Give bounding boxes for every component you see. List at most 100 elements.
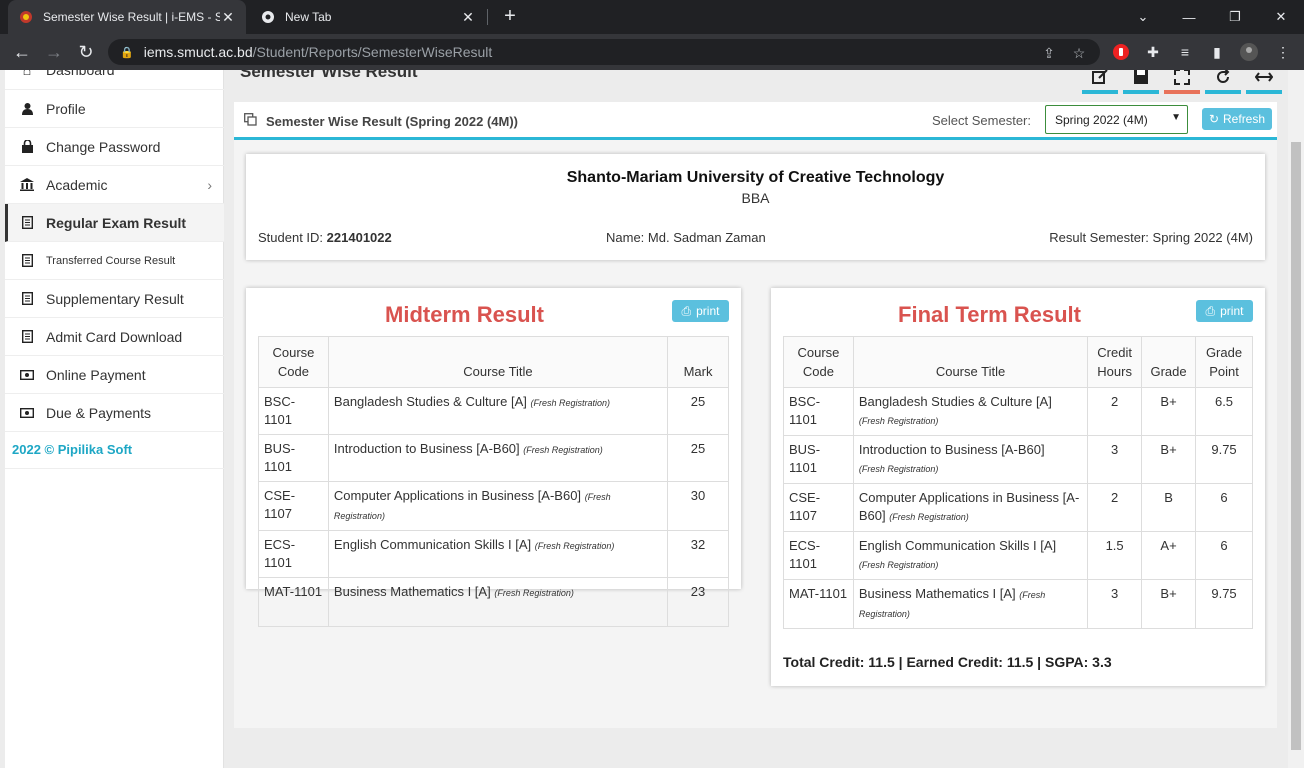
- sidebar-item-dashboard[interactable]: ⌂ Dashboard: [5, 70, 224, 90]
- tab-title: Semester Wise Result | i-EMS - SI: [43, 10, 220, 24]
- expand-horizontal-icon[interactable]: [1246, 70, 1282, 94]
- close-window-icon[interactable]: ✕: [1258, 0, 1304, 34]
- table-row: MAT-1101 Business Mathematics I [A] (Fre…: [783, 579, 1253, 629]
- course-title-cell: Introduction to Business [A-B60] (Fresh …: [327, 434, 669, 482]
- restore-icon[interactable]: ❐: [1212, 0, 1258, 34]
- credit-hours: 2: [1087, 483, 1143, 532]
- profile-avatar-icon[interactable]: [1240, 43, 1258, 61]
- new-tab-icon[interactable]: +: [499, 5, 521, 27]
- sidebar-item-label: Academic: [46, 176, 108, 193]
- registration-note: (Fresh Registration): [534, 541, 615, 551]
- final-term-print-button[interactable]: ⎙ print: [1196, 300, 1253, 322]
- tab-title: New Tab: [285, 10, 332, 24]
- sidebar-item-online-payment[interactable]: Online Payment: [5, 356, 224, 394]
- table-header-row: Course Code Course Title Credit Hours Gr…: [783, 336, 1253, 388]
- refresh-icon: ↻: [1208, 112, 1220, 126]
- grade-point: 9.75: [1195, 579, 1253, 629]
- reading-list-icon[interactable]: ≡: [1176, 43, 1194, 61]
- print-button-label: print: [1220, 304, 1244, 318]
- midterm-print-button[interactable]: ⎙ print: [672, 300, 729, 322]
- sidebar-item-profile[interactable]: Profile: [5, 90, 224, 128]
- forward-icon[interactable]: →: [43, 41, 65, 63]
- scrollbar-thumb[interactable]: [1291, 142, 1301, 750]
- table-row: ECS-1101 English Communication Skills I …: [258, 530, 729, 578]
- lock-icon: 🔒: [120, 46, 134, 59]
- sidebar: ⌂ Dashboard Profile Change Password Acad…: [5, 70, 224, 768]
- select-semester-label: Select Semester:: [932, 113, 1031, 128]
- course-title: English Communication Skills I [A]: [333, 537, 532, 552]
- course-title-cell: English Communication Skills I [A] (Fres…: [327, 530, 669, 578]
- print-icon: ⎙: [681, 303, 692, 318]
- course-code: MAT-1101: [783, 579, 854, 629]
- table-row: BUS-1101 Introduction to Business [A-B60…: [783, 435, 1253, 484]
- credit-hours: 1.5: [1087, 531, 1143, 580]
- table-row: ECS-1101 English Communication Skills I …: [783, 531, 1253, 580]
- grade: A+: [1141, 531, 1197, 580]
- extension-stop-icon[interactable]: [1112, 43, 1130, 61]
- sidebar-item-label: Transferred Course Result: [46, 254, 176, 267]
- tab-search-icon[interactable]: ⌄: [1120, 0, 1166, 34]
- student-name-label: Name:: [606, 230, 645, 245]
- url-path: /Student/Reports/SemesterWiseResult: [252, 44, 493, 60]
- sidebar-item-regular-exam-result[interactable]: Regular Exam Result: [5, 204, 224, 242]
- extensions-puzzle-icon[interactable]: ✚: [1144, 43, 1162, 61]
- refresh-button[interactable]: ↻ Refresh: [1202, 108, 1272, 130]
- grade-point: 9.75: [1195, 435, 1253, 484]
- course-title-cell: Bangladesh Studies & Culture [A] (Fresh …: [327, 387, 669, 435]
- fullscreen-icon[interactable]: [1164, 70, 1200, 94]
- edit-icon[interactable]: [1082, 70, 1118, 94]
- side-panel-icon[interactable]: ▮: [1208, 43, 1226, 61]
- course-title: Introduction to Business [A-B60]: [333, 441, 520, 456]
- registration-note: (Fresh Registration): [889, 512, 969, 522]
- column-header: Course Code: [258, 336, 329, 388]
- panel-title: Semester Wise Result (Spring 2022 (4M)): [244, 113, 518, 129]
- table-row: BSC-1101 Bangladesh Studies & Culture [A…: [258, 387, 729, 435]
- department-name: BBA: [741, 190, 770, 206]
- refresh-icon[interactable]: [1205, 70, 1241, 94]
- registration-note: (Fresh Registration): [530, 398, 611, 408]
- column-header: Course Title: [327, 336, 669, 388]
- copy-icon: [244, 113, 257, 129]
- reload-icon[interactable]: ↻: [75, 41, 97, 63]
- mark: 30: [667, 481, 729, 531]
- divider: [5, 468, 224, 469]
- semester-select[interactable]: Spring 2022 (4M) ▼: [1045, 105, 1188, 134]
- sidebar-item-due-payments[interactable]: Due & Payments: [5, 394, 224, 432]
- column-header: Grade: [1141, 336, 1197, 388]
- sidebar-item-label: Change Password: [46, 138, 161, 155]
- sidebar-item-label: Admit Card Download: [46, 328, 183, 345]
- sidebar-item-admit-card-download[interactable]: Admit Card Download: [5, 318, 224, 356]
- page-scrollbar[interactable]: [1288, 70, 1304, 768]
- grade-point: 6: [1195, 531, 1253, 580]
- sidebar-item-supplementary-result[interactable]: Supplementary Result: [5, 280, 224, 318]
- column-header: Course Code: [783, 336, 854, 388]
- share-icon[interactable]: ⇪: [1040, 44, 1058, 62]
- registration-note: (Fresh Registration): [858, 464, 939, 474]
- menu-kebab-icon[interactable]: ⋮: [1274, 43, 1292, 61]
- course-title: Bangladesh Studies & Culture [A]: [333, 394, 527, 409]
- close-tab-icon[interactable]: ✕: [220, 9, 236, 26]
- sidebar-item-change-password[interactable]: Change Password: [5, 128, 224, 166]
- address-bar[interactable]: 🔒 iems.smuct.ac.bd/Student/Reports/Semes…: [108, 39, 1100, 65]
- browser-tab-inactive[interactable]: New Tab ✕: [250, 0, 486, 34]
- sidebar-item-transferred-course-result[interactable]: Transferred Course Result: [5, 242, 224, 280]
- sidebar-item-label: Regular Exam Result: [46, 214, 187, 231]
- minimize-icon[interactable]: —: [1166, 0, 1212, 34]
- back-icon[interactable]: ←: [11, 41, 33, 63]
- course-title: Business Mathematics I [A]: [333, 584, 491, 599]
- browser-tab-active[interactable]: Semester Wise Result | i-EMS - SI ✕: [8, 0, 246, 34]
- student-id-value: 221401022: [326, 230, 392, 245]
- document-icon: [20, 330, 34, 344]
- course-code: BUS-1101: [783, 435, 854, 484]
- course-title-cell: Business Mathematics I [A] (Fresh Regist…: [327, 577, 669, 627]
- panel-title-text: Semester Wise Result (Spring 2022 (4M)): [266, 113, 519, 129]
- course-title-cell: Bangladesh Studies & Culture [A] (Fresh R…: [852, 387, 1089, 436]
- save-icon[interactable]: [1123, 70, 1159, 94]
- user-icon: [20, 102, 34, 116]
- column-header: Credit Hours: [1087, 336, 1143, 388]
- document-icon: [20, 216, 34, 230]
- bookmark-star-icon[interactable]: ☆: [1070, 44, 1088, 62]
- sidebar-item-label: Supplementary Result: [46, 290, 184, 307]
- sidebar-item-academic[interactable]: Academic ›: [5, 166, 224, 204]
- close-tab-icon[interactable]: ✕: [460, 9, 476, 26]
